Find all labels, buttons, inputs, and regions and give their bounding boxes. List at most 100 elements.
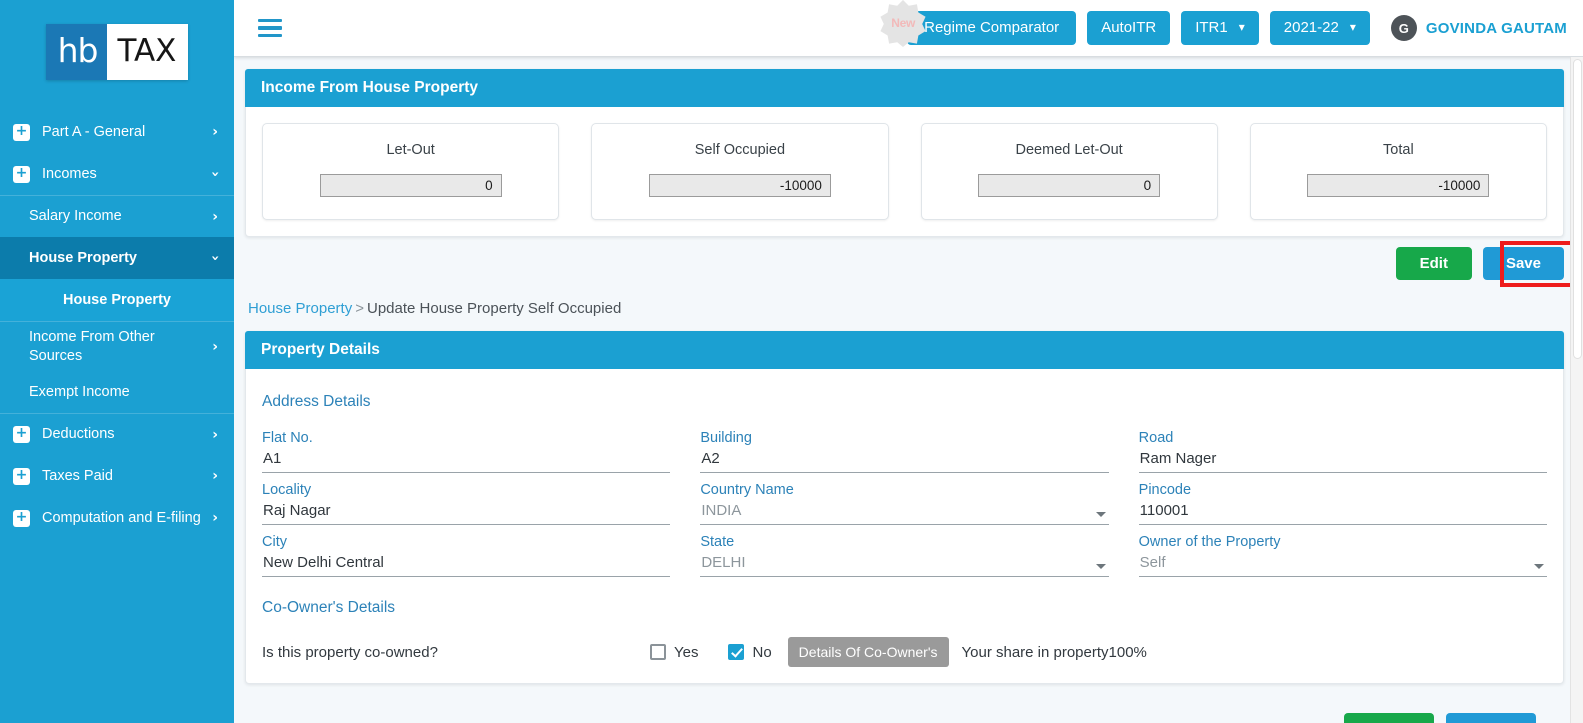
checkbox-checked-icon — [728, 644, 745, 660]
sidebar-item-label: Exempt Income — [29, 383, 130, 400]
itr-form-value: ITR1 — [1195, 18, 1228, 36]
sidebar-item-incomes[interactable]: + Incomes › — [0, 153, 234, 195]
deemed-let-out-value-input[interactable] — [978, 174, 1161, 197]
owner-of-property-select[interactable]: Self — [1138, 554, 1547, 577]
sidebar-item-salary-income[interactable]: Salary Income › — [0, 195, 234, 237]
sidebar-item-computation-and-efiling[interactable]: + Computation and E-filing › — [0, 497, 234, 539]
coowned-yes-checkbox[interactable]: Yes — [650, 644, 698, 661]
coowned-yes-label: Yes — [674, 643, 699, 661]
field-label: Road — [1138, 430, 1174, 446]
sidebar-item-label: Incomes — [42, 165, 97, 182]
field-label: Country Name — [700, 482, 794, 498]
field-building: Building A2 — [700, 421, 1109, 473]
sidebar-item-income-from-other-sources[interactable]: Income From Other Sources › — [0, 321, 234, 371]
app-root: hb TAX + Part A - General › + Incomes › … — [0, 0, 1583, 723]
scrollbar-thumb[interactable] — [1573, 59, 1582, 359]
summary-box-total: Total — [1249, 123, 1547, 220]
coowner-question-label: Is this property co-owned? — [262, 643, 438, 661]
coowner-details-heading: Co-Owner's Details — [262, 599, 396, 616]
checkbox-unchecked-icon — [650, 644, 666, 660]
owner-of-property-value: Self — [1139, 554, 1166, 571]
income-from-house-property-panel: Income From House Property Let-Out Self … — [245, 69, 1564, 237]
country-name-select[interactable]: INDIA — [700, 502, 1109, 525]
flat-no-input[interactable]: A1 — [262, 450, 671, 473]
sidebar: hb TAX + Part A - General › + Incomes › … — [0, 0, 234, 723]
pincode-input[interactable]: 110001 — [1138, 502, 1547, 525]
city-input[interactable]: New Delhi Central — [262, 554, 671, 577]
sidebar-item-label: House Property — [63, 291, 171, 308]
assessment-year-value: 2021-22 — [1283, 18, 1339, 36]
bottom-edit-button-stub[interactable] — [1344, 713, 1434, 723]
share-in-property-text: Your share in property100% — [961, 643, 1147, 661]
locality-input[interactable]: Raj Nagar — [262, 502, 671, 525]
summary-box-label: Deemed Let-Out — [1015, 142, 1123, 158]
field-locality: Locality Raj Nagar — [262, 473, 671, 525]
chevron-down-icon: › — [207, 171, 224, 177]
details-of-coowner-button[interactable]: Details Of Co-Owner's — [787, 637, 949, 667]
road-input[interactable]: Ram Nager — [1138, 450, 1547, 473]
sidebar-item-label: Income From Other Sources — [29, 329, 155, 364]
chevron-down-icon: ▾ — [1349, 20, 1356, 35]
chevron-right-icon: › — [212, 510, 218, 527]
summary-box-label: Let-Out — [386, 142, 435, 158]
total-value-input[interactable] — [1307, 174, 1490, 197]
breadcrumb-current: Update House Property Self Occupied — [366, 300, 622, 317]
summary-box-label: Total — [1383, 142, 1414, 158]
sidebar-item-house-property[interactable]: House Property › — [0, 237, 234, 279]
let-out-value-input[interactable] — [319, 174, 502, 197]
country-name-value: INDIA — [701, 502, 742, 519]
bottom-save-button-stub[interactable] — [1446, 713, 1536, 723]
self-occupied-value-input[interactable] — [648, 174, 831, 197]
chevron-right-icon: › — [212, 124, 218, 140]
sidebar-item-part-a-general[interactable]: + Part A - General › — [0, 111, 234, 153]
logo-tax-text: TAX — [107, 23, 189, 80]
coowned-no-checkbox[interactable]: No — [728, 643, 772, 661]
field-owner-of-the-property: Owner of the Property Self — [1138, 525, 1547, 577]
field-state: State DELHI — [700, 525, 1109, 577]
app-logo[interactable]: hb TAX — [0, 0, 234, 103]
field-label: Locality — [262, 482, 312, 498]
chevron-down-icon: › — [207, 255, 224, 261]
sidebar-nav: + Part A - General › + Incomes › Salary … — [0, 103, 234, 539]
itr-form-dropdown[interactable]: ITR1 ▾ — [1181, 10, 1259, 46]
regime-comparator-button[interactable]: Regime Comparator — [907, 10, 1077, 46]
chevron-right-icon: › — [212, 468, 218, 485]
sidebar-item-label: Computation and E-filing — [42, 509, 201, 526]
field-country-name: Country Name INDIA — [700, 473, 1109, 525]
sidebar-item-deductions[interactable]: + Deductions › — [0, 413, 234, 455]
state-value: DELHI — [701, 554, 746, 571]
plus-icon: + — [13, 123, 30, 141]
user-menu[interactable]: G GOVINDA GAUTAM — [1390, 15, 1567, 41]
field-label: State — [700, 534, 735, 550]
edit-button[interactable]: Edit — [1395, 247, 1472, 280]
summary-box-deemed-let-out: Deemed Let-Out — [920, 123, 1218, 220]
chevron-down-icon: ▾ — [1238, 20, 1245, 35]
auto-itr-button[interactable]: AutoITR — [1087, 10, 1171, 46]
summary-box-label: Self Occupied — [694, 142, 786, 158]
summary-box-let-out: Let-Out — [262, 123, 560, 220]
state-select[interactable]: DELHI — [700, 554, 1109, 577]
save-button[interactable]: Save — [1482, 247, 1564, 280]
page-scrollbar[interactable] — [1570, 57, 1583, 723]
sidebar-item-label: Taxes Paid — [42, 467, 113, 484]
chevron-right-icon: › — [212, 426, 218, 443]
logo-hb-text: hb — [45, 23, 108, 80]
sidebar-item-label: Part A - General — [42, 123, 146, 140]
hamburger-icon[interactable] — [258, 15, 286, 42]
panel-title: Income From House Property — [245, 69, 1564, 107]
sidebar-item-exempt-income[interactable]: Exempt Income — [0, 371, 234, 413]
assessment-year-dropdown[interactable]: 2021-22 ▾ — [1269, 10, 1370, 46]
dropdown-arrow-icon — [1095, 564, 1106, 569]
coowner-question-row: Is this property co-owned? Yes No Detail… — [262, 627, 1547, 667]
property-details-panel: Property Details Address Details Flat No… — [245, 331, 1564, 684]
coowned-no-label: No — [752, 643, 772, 661]
building-input[interactable]: A2 — [700, 450, 1109, 473]
plus-icon: + — [13, 165, 30, 183]
sidebar-item-taxes-paid[interactable]: + Taxes Paid › — [0, 455, 234, 497]
summary-boxes: Let-Out Self Occupied Deemed Let-Out — [262, 123, 1547, 220]
sidebar-item-house-property-sub[interactable]: House Property — [0, 279, 234, 321]
field-pincode: Pincode 110001 — [1138, 473, 1547, 525]
breadcrumb-parent-link[interactable]: House Property — [248, 300, 352, 317]
sidebar-item-label: Salary Income — [29, 208, 122, 225]
summary-box-self-occupied: Self Occupied — [591, 123, 889, 220]
